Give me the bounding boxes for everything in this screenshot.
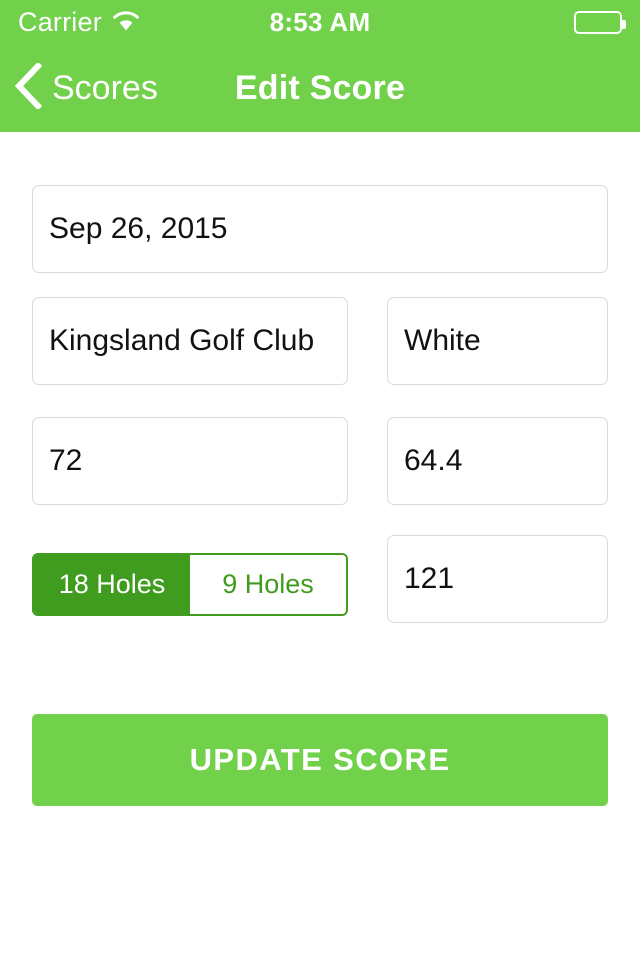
- update-score-button[interactable]: UPDATE SCORE: [32, 714, 608, 806]
- carrier-label: Carrier: [18, 6, 102, 37]
- slope-field[interactable]: 121: [387, 535, 608, 623]
- edit-score-form: Sep 26, 2015 Kingsland Golf Club White 7…: [0, 132, 640, 960]
- back-button[interactable]: Scores: [14, 44, 158, 132]
- course-field[interactable]: Kingsland Golf Club: [32, 297, 348, 385]
- rating-field[interactable]: 64.4: [387, 417, 608, 505]
- app-screen: Carrier 8:53 AM Scores Edit Score Sep 26…: [0, 0, 640, 960]
- status-bar: Carrier 8:53 AM: [0, 0, 640, 44]
- status-bar-left: Carrier: [18, 8, 270, 36]
- par-field[interactable]: 72: [32, 417, 348, 505]
- chevron-left-icon: [14, 61, 43, 114]
- status-bar-time: 8:53 AM: [269, 7, 371, 37]
- tee-field[interactable]: White: [387, 297, 608, 385]
- segment-9-holes[interactable]: 9 Holes: [190, 555, 346, 614]
- battery-full-icon: [574, 10, 626, 34]
- holes-segmented-control[interactable]: 18 Holes 9 Holes: [32, 553, 348, 616]
- back-button-label: Scores: [52, 69, 158, 107]
- status-bar-right: [370, 10, 626, 34]
- navigation-bar: Scores Edit Score: [0, 44, 640, 132]
- date-field[interactable]: Sep 26, 2015: [32, 185, 608, 273]
- segment-18-holes[interactable]: 18 Holes: [34, 555, 190, 614]
- wifi-icon: [112, 10, 140, 36]
